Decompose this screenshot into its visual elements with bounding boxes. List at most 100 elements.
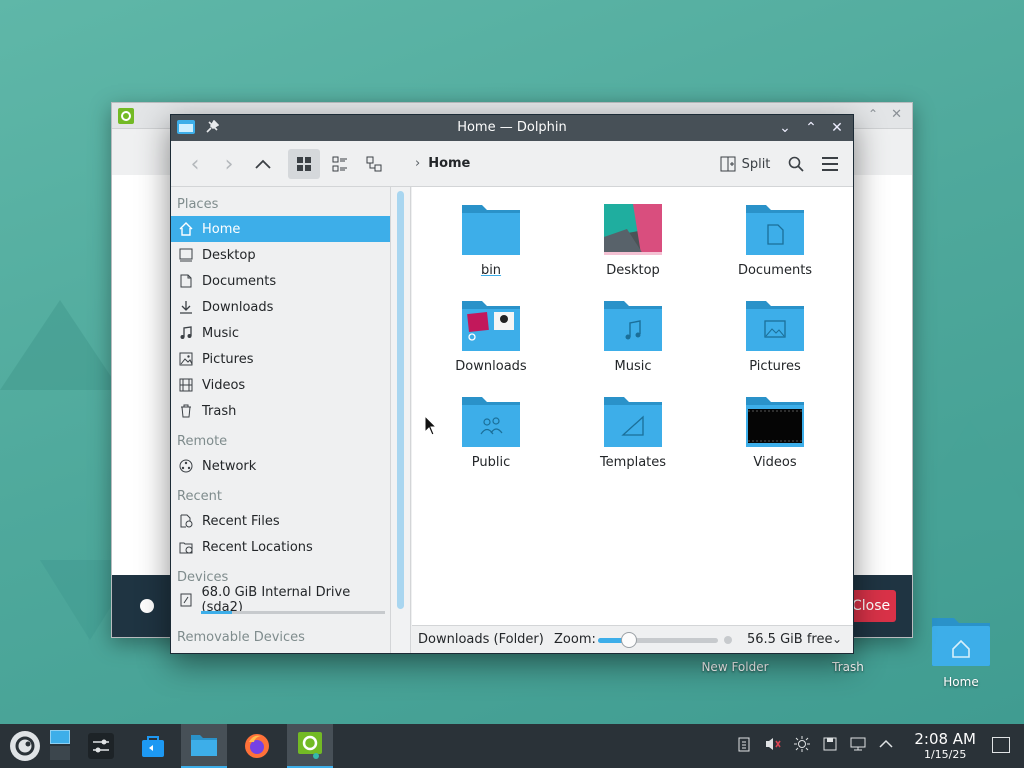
folder-icon [191,735,217,756]
sidebar-item-pictures[interactable]: Pictures [171,346,390,372]
scrollbar-thumb[interactable] [397,191,404,609]
settings-sliders-icon [88,733,114,759]
section-header-recent: Recent [177,489,222,504]
taskbar-installer[interactable] [287,724,333,768]
close-icon[interactable]: ✕ [827,118,847,138]
minimize-icon[interactable]: ⌄ [775,118,795,138]
network-wired-icon[interactable] [850,736,866,756]
drive-usage-fill [201,611,233,614]
desktop-icon-home[interactable]: Home [921,612,1001,689]
sidebar-item-home[interactable]: Home [171,216,390,242]
show-desktop-icon[interactable] [992,737,1010,753]
search-icon[interactable] [783,149,809,179]
file-item[interactable]: Music [573,299,693,374]
sidebar-item-network[interactable]: Network [171,453,390,479]
sidebar-item-music[interactable]: Music [171,320,390,346]
sidebar-item-label: Music [202,325,239,341]
details-view-icon[interactable] [359,149,389,179]
sidebar-item-desktop[interactable]: Desktop [171,242,390,268]
volume-muted-icon[interactable] [764,736,782,756]
file-item[interactable]: Videos [715,395,835,470]
maximize-icon[interactable]: ⌃ [801,118,821,138]
split-button[interactable]: Split [717,149,773,179]
app-icon [118,108,134,124]
recent-files-icon [178,513,194,529]
help-icon[interactable] [140,599,154,613]
file-item[interactable]: Pictures [715,299,835,374]
maximize-icon[interactable]: ⌃ [868,107,878,121]
zoom-dot [724,636,732,644]
up-icon[interactable] [249,149,277,179]
taskbar-firefox[interactable] [234,724,280,768]
trash-icon [178,403,194,419]
home-folder-icon [932,618,990,666]
sidebar-item-documents[interactable]: Documents [171,268,390,294]
file-name: Public [471,455,511,470]
clipboard-icon[interactable] [736,736,752,756]
file-item[interactable]: Templates [573,395,693,470]
pictures-folder-icon [746,301,804,351]
icons-view-icon[interactable] [288,149,320,179]
sidebar-item-label: Recent Files [202,513,280,529]
status-bar: Downloads (Folder) Zoom: 56.5 GiB free ⌄ [412,625,853,653]
sidebar-item-label: Downloads [202,299,274,315]
file-name: bin [480,263,502,278]
file-item[interactable]: Documents [715,203,835,278]
selection-status: Downloads (Folder) [418,632,544,647]
sidebar-item-label: Trash [202,403,237,419]
sidebar-item-label: Videos [202,377,246,393]
drive-icon [178,592,194,608]
file-name: Downloads [455,359,527,374]
taskbar-system-settings[interactable] [78,724,124,768]
forward-icon[interactable]: › [215,149,243,179]
pager-desktop[interactable] [50,730,70,760]
taskbar-panel: 2:08 AM 1/15/25 [0,724,1024,768]
desktop-icon [178,247,194,263]
clock-date: 1/15/25 [923,748,967,761]
recent-locations-icon [178,539,194,555]
sidebar-item-videos[interactable]: Videos [171,372,390,398]
places-panel: Places Home Desktop Documents Downloads … [171,187,391,653]
chevron-up-icon[interactable] [878,736,894,756]
window-title: Home — Dolphin [457,120,567,135]
file-name: Music [614,359,652,374]
clock-time: 2:08 AM [914,730,976,748]
desktop-icon-label: Home [943,675,979,689]
back-icon[interactable]: ‹ [181,149,209,179]
file-view[interactable]: bin Desktop Documents Downloads Music Pi… [412,187,853,625]
split-icon [720,156,736,172]
file-item[interactable]: Desktop [573,203,693,278]
zoom-slider[interactable] [598,632,718,648]
download-icon [178,299,194,315]
chevron-down-icon[interactable]: ⌄ [832,632,842,646]
brightness-icon[interactable] [794,736,810,756]
sidebar-item-downloads[interactable]: Downloads [171,294,390,320]
sidebar-item-recent-locations[interactable]: Recent Locations [171,534,390,560]
window-titlebar[interactable]: Home — Dolphin ⌄ ⌃ ✕ [171,115,853,141]
sidebar-item-recent-files[interactable]: Recent Files [171,508,390,534]
hamburger-menu-icon[interactable] [817,149,843,179]
file-item[interactable]: Public [431,395,551,470]
file-name: Documents [737,263,813,278]
desktop-icon-label: Trash [832,660,864,674]
file-item[interactable]: bin [431,203,551,278]
shopping-bag-icon [142,736,164,757]
zoom-slider-handle[interactable] [621,632,638,648]
free-space-indicator[interactable]: 56.5 GiB free [747,632,832,647]
places-scrollbar[interactable] [391,187,411,653]
digital-clock[interactable]: 2:08 AM 1/15/25 [914,730,976,761]
close-icon[interactable]: ✕ [891,107,902,122]
compact-view-icon[interactable] [325,149,355,179]
breadcrumb[interactable]: › Home [415,156,470,171]
sidebar-item-internal-drive[interactable]: 68.0 GiB Internal Drive (sda2) [171,585,390,615]
taskbar-discover[interactable] [130,724,176,768]
wallpaper-shape [0,300,120,390]
sidebar-item-label: Home [202,221,241,237]
application-launcher[interactable] [2,724,48,768]
file-name: Templates [599,455,667,470]
taskbar-dolphin[interactable] [181,724,227,768]
breadcrumb-home[interactable]: Home [428,156,470,171]
disk-icon[interactable] [822,736,838,756]
sidebar-item-trash[interactable]: Trash [171,398,390,424]
file-item[interactable]: Downloads [431,299,551,374]
